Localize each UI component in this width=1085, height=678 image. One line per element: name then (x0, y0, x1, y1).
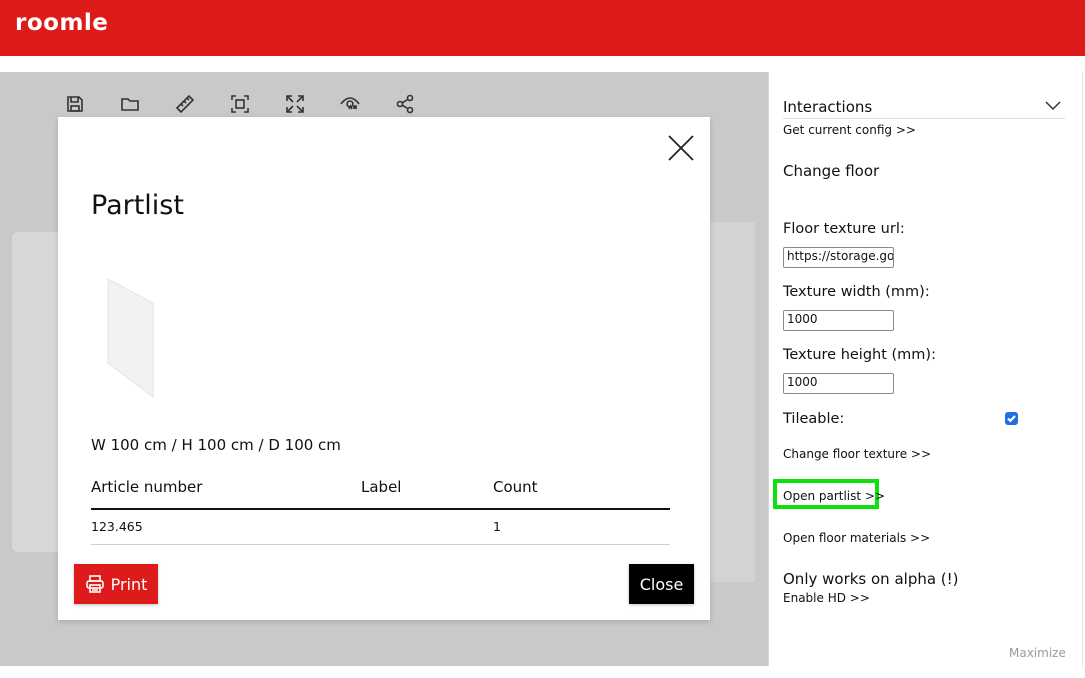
roomle-logo[interactable]: roomle (15, 10, 108, 36)
interactions-panel: Interactions Get current config >> Chang… (769, 72, 1085, 666)
tileable-checkbox[interactable] (1005, 412, 1018, 425)
floor-texture-url-input[interactable]: https://storage.googleapis.com (783, 247, 894, 268)
alpha-heading: Only works on alpha (!) (783, 570, 959, 588)
open-floor-materials-button[interactable]: Open floor materials >> (783, 531, 930, 545)
texture-width-label: Texture width (mm): (783, 284, 930, 300)
texture-height-label: Texture height (mm): (783, 347, 936, 363)
part-dimensions: W 100 cm / H 100 cm / D 100 cm (91, 436, 341, 454)
count-cell: 1 (493, 519, 501, 534)
enable-hd-button[interactable]: Enable HD >> (783, 591, 870, 605)
ruler-icon[interactable] (172, 92, 198, 116)
article-number-cell: 123.465 (91, 519, 143, 534)
texture-height-input[interactable]: 1000 (783, 373, 894, 394)
change-floor-heading: Change floor (783, 162, 880, 180)
fit-view-icon[interactable] (227, 92, 253, 116)
partlist-dialog: Partlist W 100 cm / H 100 cm / D 100 cm … (58, 117, 710, 620)
open-partlist-button[interactable]: Open partlist >> (783, 489, 885, 503)
print-button-label: Print (110, 574, 148, 594)
get-current-config-button[interactable]: Get current config >> (783, 123, 916, 137)
printer-icon (85, 575, 104, 593)
app-header: roomle (0, 0, 1085, 56)
dialog-title: Partlist (91, 190, 184, 221)
part-preview-image (103, 277, 163, 402)
share-icon[interactable] (392, 92, 418, 116)
table-header-divider (91, 508, 670, 510)
fullscreen-icon[interactable] (282, 92, 308, 116)
sidebar-edge (1082, 72, 1083, 666)
close-icon[interactable] (666, 133, 696, 163)
floor-texture-url-label: Floor texture url: (783, 221, 905, 237)
tileable-label: Tileable: (783, 411, 845, 427)
column-header-label: Label (361, 478, 402, 496)
table-row-divider (91, 544, 670, 545)
close-button[interactable]: Close (629, 564, 694, 604)
chevron-down-icon[interactable] (1045, 98, 1061, 112)
section-title[interactable]: Interactions (783, 98, 872, 116)
maximize-link[interactable]: Maximize (1009, 646, 1066, 660)
texture-width-input[interactable]: 1000 (783, 310, 894, 331)
folder-icon[interactable] (117, 92, 143, 116)
column-header-count: Count (493, 478, 538, 496)
print-button[interactable]: Print (74, 564, 158, 604)
ar-eye-icon[interactable] (337, 92, 363, 116)
save-icon[interactable] (62, 92, 88, 116)
section-underline (783, 118, 1065, 119)
change-floor-texture-button[interactable]: Change floor texture >> (783, 447, 931, 461)
column-header-article-number: Article number (91, 478, 203, 496)
